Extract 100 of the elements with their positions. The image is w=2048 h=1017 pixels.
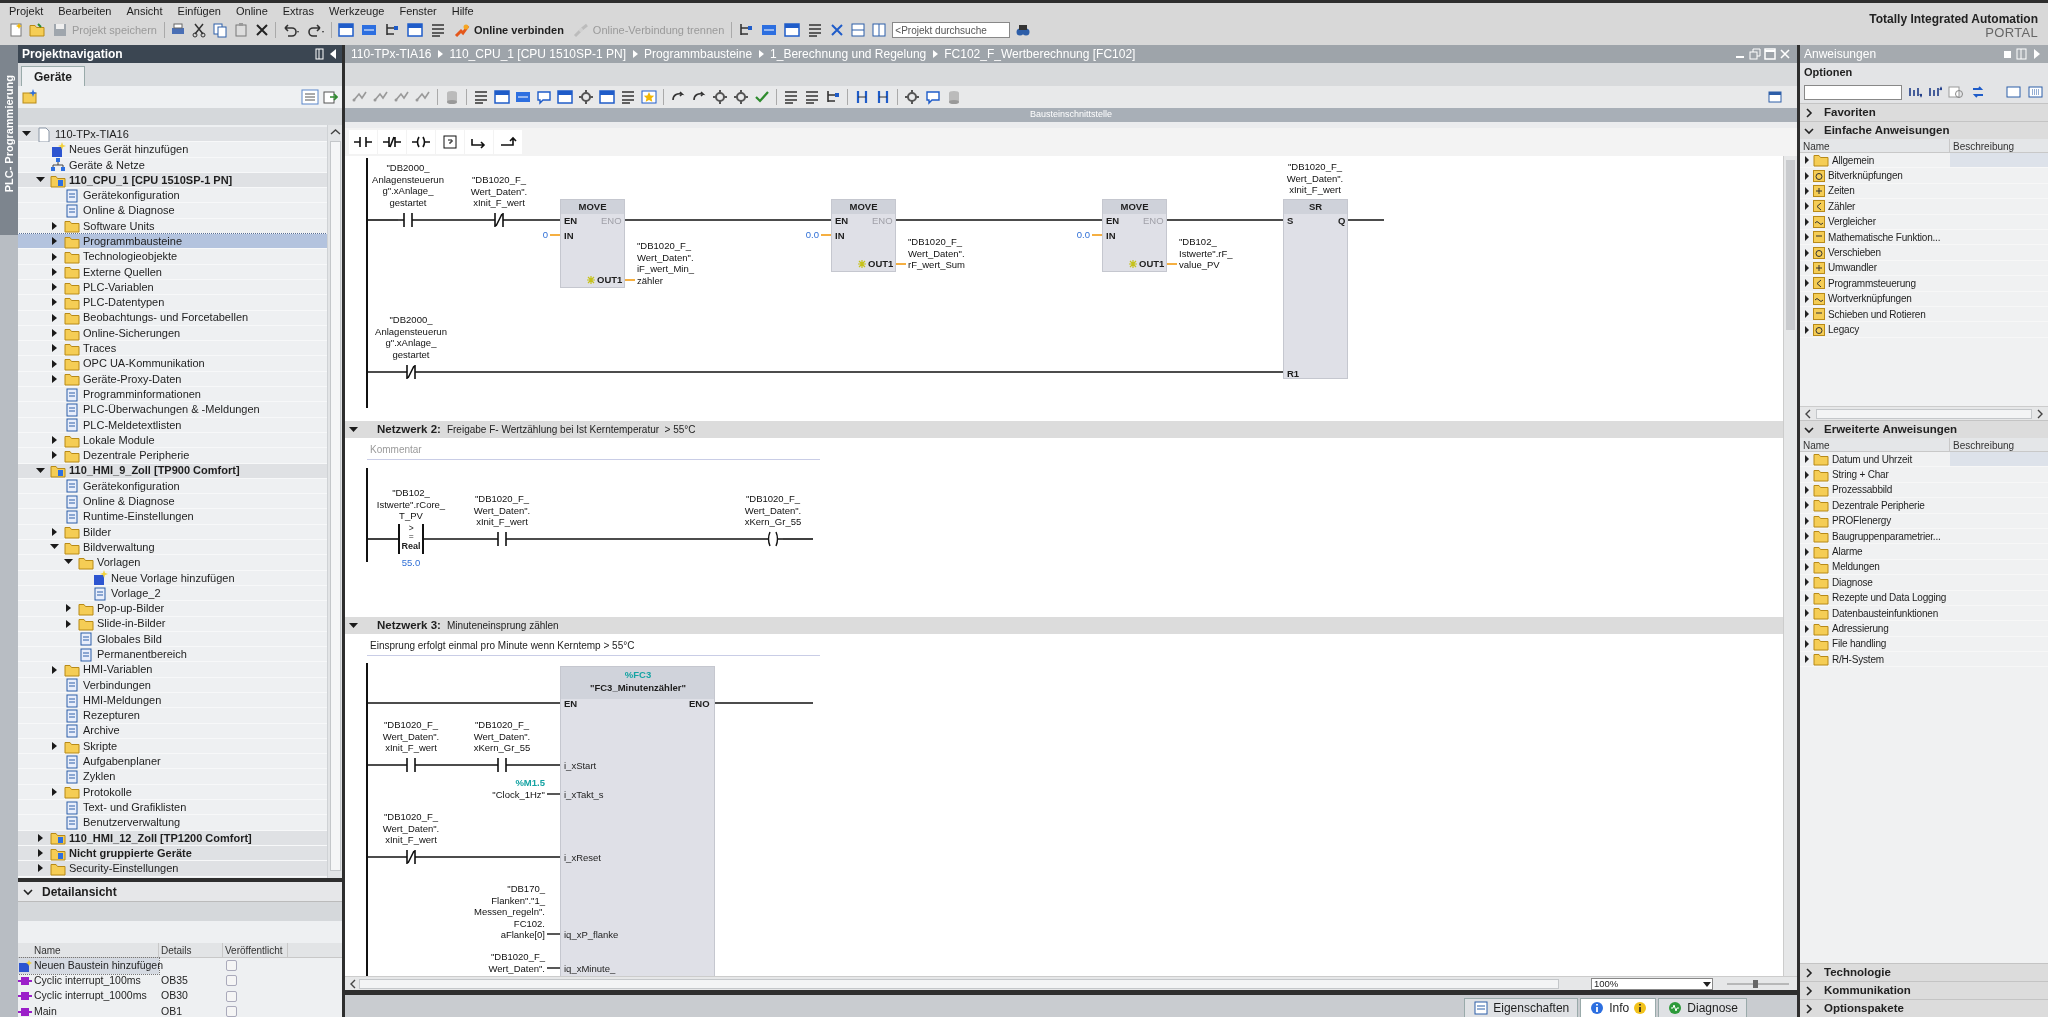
operand-label[interactable]: "DB102_ Istwerte".rCore_ T_PV (376, 486, 446, 521)
operand-label[interactable]: "DB102_ Istwerte".rF_ value_PV (1179, 235, 1233, 270)
list-item[interactable]: Prozessabbild (1800, 482, 2048, 499)
move-box[interactable]: MOVE EN ENO IN OUT1 (831, 199, 896, 272)
menu-item[interactable]: Extras (281, 2, 315, 20)
tree-item[interactable]: 110-TPx-TIA16 (18, 127, 327, 143)
tree-item[interactable]: Programminformationen (18, 387, 327, 403)
list-item[interactable]: File handling (1800, 636, 2048, 653)
tree-item[interactable]: HMI-Variablen (18, 662, 327, 678)
list-item[interactable]: Allgemein (1800, 153, 2048, 169)
tab[interactable]: Info (1580, 998, 1657, 1017)
sr-box[interactable]: SR S Q R1 (1283, 199, 1348, 379)
column-header[interactable]: Details (159, 942, 223, 958)
operand-label[interactable]: "DB1020_F_ Wert_Daten". xInit_F_wert (470, 173, 528, 208)
list-item[interactable]: Rezepte und Data Logging (1800, 590, 2048, 606)
list-item[interactable]: Main (18, 1003, 159, 1017)
menu-item[interactable]: Fenster (398, 2, 438, 20)
list-item[interactable]: Vergleicher (1800, 214, 2048, 230)
list-item[interactable]: Meldungen (1800, 559, 2048, 576)
section-header[interactable]: Technologie (1800, 963, 2048, 981)
operand-label[interactable]: "DB1020_F_ Wert_Daten". iF_wert_Min_ zähler (637, 240, 695, 286)
list-item[interactable]: Diagnose (1800, 575, 2048, 591)
list-item[interactable]: Programmsteuerung (1800, 276, 2048, 292)
list-item[interactable]: Datum und Uhrzeit (1800, 452, 2048, 468)
operand-label[interactable]: "Clock_1Hz" (492, 788, 545, 800)
list-item[interactable]: PROFIenergy (1800, 513, 2048, 529)
operand-label[interactable]: "DB1020_F_ Wert_Daten". xInit_F_wert (382, 810, 440, 845)
section-header[interactable]: Optionspakete (1800, 999, 2048, 1017)
tab[interactable]: Geräte (21, 66, 86, 86)
menu-item[interactable]: Ansicht (125, 2, 164, 20)
menu-item[interactable]: Bearbeiten (57, 2, 113, 20)
tree-item[interactable]: Online & Diagnose (18, 203, 327, 219)
tree-item[interactable]: Pop-up-Bilder (18, 601, 327, 617)
list-item[interactable]: Baugruppenparametrier... (1800, 528, 2048, 545)
tree-item[interactable]: Vorlagen (18, 555, 327, 571)
tree-item[interactable]: Technologieobjekte (18, 249, 327, 265)
search-field[interactable]: <Projekt durchsuche (892, 22, 1011, 38)
operand-label[interactable]: "DB2000_ Anlagensteuerun g".xAnlage_ gestartet (372, 162, 444, 208)
column-header[interactable]: Veröffentlicht (223, 942, 288, 958)
list-item[interactable]: Cyclic interrupt_1000ms (18, 988, 159, 1005)
connect-button[interactable]: Online verbinden (452, 20, 566, 40)
list-item[interactable]: String + Char (1800, 467, 2048, 483)
function-block[interactable]: %FC3 "FC3_Minutenzähler" EN ENO i_xStart i_xTakt_s i_xReset iq_xP_flanke iq_xMinute_ (560, 666, 715, 976)
section-header[interactable]: Einfache Anweisungen (1800, 121, 2048, 139)
operand-label[interactable]: "DB170_ Flanken"."1_ Messen_regeln". FC102. aFlanke[0] (474, 882, 545, 940)
move-box[interactable]: MOVE EN ENO IN OUT1 (1102, 199, 1167, 272)
tree-item[interactable]: Traces (18, 341, 327, 357)
list-item[interactable]: Zähler (1800, 199, 2048, 215)
list-item[interactable]: Mathematische Funktion... (1800, 229, 2048, 246)
tree-item[interactable]: Programmbausteine (18, 234, 327, 250)
menu-item[interactable]: Projekt (8, 2, 45, 20)
list-item[interactable]: Bitverknüpfungen (1800, 168, 2048, 184)
column-header[interactable]: Beschreibung (1950, 438, 2048, 451)
tab[interactable]: Diagnose (1658, 998, 1747, 1017)
list-item[interactable]: Wortverknüpfungen (1800, 291, 2048, 307)
menu-item[interactable]: Online (235, 2, 269, 20)
section-header[interactable]: Erweiterte Anweisungen (1800, 420, 2048, 438)
menu-item[interactable]: Werkzeuge (327, 2, 386, 20)
section-header[interactable]: Favoriten (1800, 103, 2048, 121)
tree-item[interactable]: Permanentbereich (18, 647, 327, 663)
list-item[interactable]: Cyclic interrupt_100ms (18, 973, 159, 989)
operand-label[interactable]: "DB2000_ Anlagensteuerun g".xAnlage_ gestartet (375, 314, 447, 360)
list-item[interactable]: Datenbausteinfunktionen (1800, 605, 2048, 622)
tree-item[interactable]: PLC-Überwachungen & -Meldungen (18, 402, 327, 418)
tree-item[interactable]: Benutzerverwaltung (18, 815, 327, 831)
zoom-dropdown[interactable]: 100% (1591, 977, 1713, 990)
list-item[interactable]: Alarme (1800, 544, 2048, 560)
list-item[interactable]: Verschieben (1800, 245, 2048, 261)
tree-item[interactable]: Aufgabenplaner (18, 754, 327, 770)
operand-label[interactable]: "DB1020_F_ Wert_Daten". (488, 951, 545, 974)
tree-item[interactable]: Neues Gerät hinzufügen (18, 142, 327, 158)
list-item[interactable]: Schieben und Rotieren (1800, 306, 2048, 323)
operand-label[interactable]: "DB1020_F_ Wert_Daten". xInit_F_wert (1286, 160, 1344, 195)
tree-item[interactable]: Gerätekonfiguration (18, 188, 327, 204)
tree-item[interactable]: Runtime-Einstellungen (18, 509, 327, 525)
list-item[interactable]: Zeiten (1800, 183, 2048, 200)
tree-item[interactable]: Security-Einstellungen (18, 861, 327, 877)
operand-label[interactable]: "DB1020_F_ Wert_Daten". xKern_Gr_55 (744, 492, 802, 527)
tree-item[interactable]: Online & Diagnose (18, 494, 327, 510)
tree-item[interactable]: PLC-Datentypen (18, 295, 327, 311)
list-item[interactable]: Legacy (1800, 322, 2048, 338)
operand-label[interactable]: "DB1020_F_ Wert_Daten". xKern_Gr_55 (473, 718, 531, 753)
menu-item[interactable]: Hilfe (450, 2, 475, 20)
section-header[interactable]: Kommunikation (1800, 981, 2048, 999)
tree-item[interactable]: Zyklen (18, 769, 327, 785)
tab[interactable]: Eigenschaften (1464, 998, 1579, 1017)
operand-label[interactable]: "DB1020_F_ Wert_Daten". rF_wert_Sum (908, 235, 965, 270)
side-tab[interactable]: PLC- Programmierung (0, 45, 18, 235)
column-header[interactable]: Name (1800, 139, 1950, 152)
tree-item[interactable]: Rezepturen (18, 708, 327, 724)
menu-item[interactable]: Einfügen (176, 2, 222, 20)
tree-item[interactable]: Text- und Grafiklisten (18, 800, 327, 816)
list-item[interactable]: R/H-System (1800, 652, 2048, 668)
move-box[interactable]: MOVE EN ENO IN OUT1 (560, 199, 625, 288)
tree-item[interactable]: OPC UA-Kommunikation (18, 356, 327, 372)
column-header[interactable]: Beschreibung (1950, 139, 2048, 152)
tree-item[interactable]: Bildverwaltung (18, 540, 327, 556)
list-item[interactable]: Dezentrale Peripherie (1800, 498, 2048, 514)
operand-label[interactable]: "DB1020_F_ Wert_Daten". xInit_F_wert (473, 492, 531, 527)
list-item[interactable]: Umwandler (1800, 260, 2048, 277)
